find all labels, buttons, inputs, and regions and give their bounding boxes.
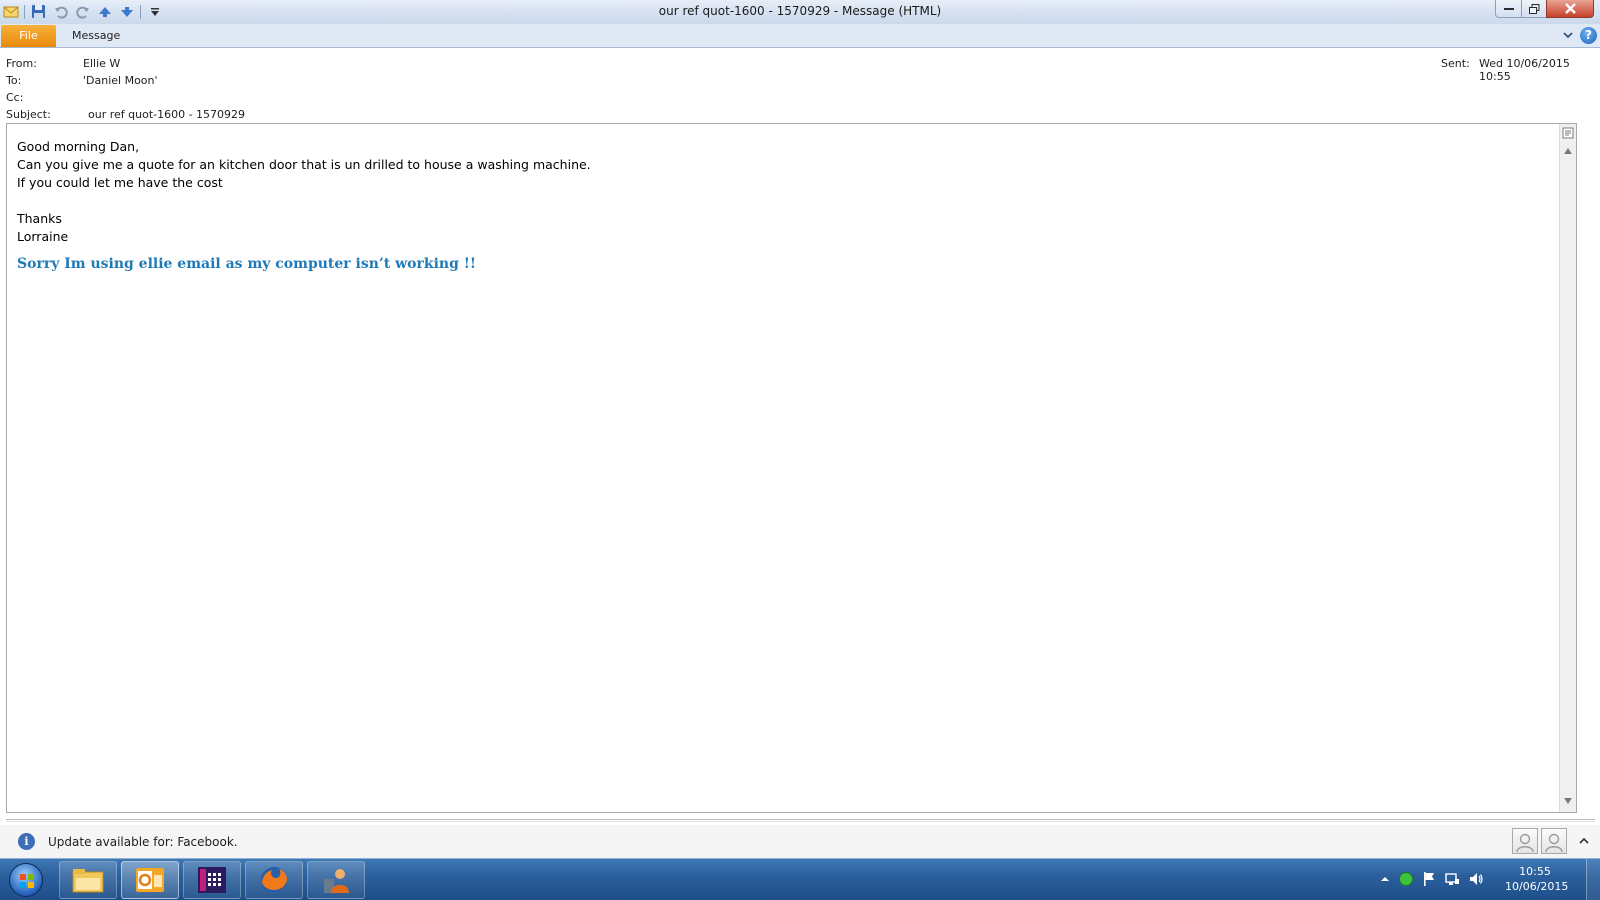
restore-button[interactable] xyxy=(1521,0,1547,18)
folder-icon xyxy=(72,869,104,893)
start-button[interactable] xyxy=(4,861,48,899)
status-online-icon[interactable] xyxy=(1398,871,1414,890)
taskbar-outlook[interactable] xyxy=(121,861,179,899)
clock-time: 10:55 xyxy=(1519,865,1551,878)
body-line: Good morning Dan, xyxy=(17,139,140,154)
apology-note: Sorry Im using ellie email as my compute… xyxy=(17,256,477,272)
taskbar-contacts[interactable] xyxy=(307,861,365,899)
body-line: Lorraine xyxy=(17,229,69,244)
update-notice[interactable]: Update available for: Facebook. xyxy=(48,835,238,849)
volume-icon[interactable] xyxy=(1468,871,1484,890)
cc-label: Cc: xyxy=(6,91,24,104)
taskbar-explorer[interactable] xyxy=(59,861,117,899)
body-blank-line xyxy=(17,192,591,210)
close-icon xyxy=(1564,3,1576,14)
reading-pane-divider[interactable] xyxy=(6,819,1595,822)
outlook-icon xyxy=(136,868,164,892)
sent-label: Sent: xyxy=(1441,57,1470,70)
taskbar-grid-app[interactable] xyxy=(183,861,241,899)
close-button[interactable] xyxy=(1546,0,1594,18)
to-label: To: xyxy=(6,74,22,87)
vertical-scrollbar[interactable] xyxy=(1559,124,1576,812)
clock-date: 10/06/2015 xyxy=(1505,880,1569,893)
action-center-flag-icon[interactable] xyxy=(1422,871,1436,890)
body-line: If you could let me have the cost xyxy=(17,175,223,190)
system-clock[interactable]: 10:55 10/06/2015 xyxy=(1505,864,1569,894)
ribbon-tabs: File Message ? xyxy=(0,24,1600,48)
subject-value: our ref quot-1600 - 1570929 xyxy=(88,108,246,121)
windows-logo-icon xyxy=(9,863,43,897)
contact-photo-icon[interactable] xyxy=(1541,828,1567,854)
info-bar: i Update available for: Facebook. xyxy=(0,825,1600,858)
from-value[interactable]: Ellie W xyxy=(83,57,120,70)
minimize-button[interactable] xyxy=(1495,0,1522,18)
minimize-icon xyxy=(1503,7,1514,10)
taskbar-firefox[interactable] xyxy=(245,861,303,899)
tab-file[interactable]: File xyxy=(1,25,56,47)
scroll-up-icon[interactable] xyxy=(1561,144,1575,158)
network-icon[interactable] xyxy=(1444,871,1460,890)
scroll-down-icon[interactable] xyxy=(1561,794,1575,808)
body-line: Can you give me a quote for an kitchen d… xyxy=(17,157,591,172)
tab-message[interactable]: Message xyxy=(72,29,120,42)
to-value[interactable]: 'Daniel Moon' xyxy=(83,74,158,87)
sent-value: Wed 10/06/2015 10:55 xyxy=(1479,57,1570,83)
zoom-view-icon[interactable] xyxy=(1561,126,1575,140)
message-text: Good morning Dan, Can you give me a quot… xyxy=(17,138,591,273)
body-line: Thanks xyxy=(17,211,62,226)
taskbar: 10:55 10/06/2015 xyxy=(0,858,1600,900)
system-tray xyxy=(1380,859,1484,900)
from-label: From: xyxy=(6,57,37,70)
firefox-icon xyxy=(261,867,287,893)
contacts-icon xyxy=(324,869,349,893)
chevron-up-icon[interactable] xyxy=(1578,835,1590,847)
show-hidden-icons-icon[interactable] xyxy=(1380,874,1390,887)
info-icon: i xyxy=(18,833,35,850)
message-body[interactable]: Good morning Dan, Can you give me a quot… xyxy=(6,123,1577,813)
restore-icon xyxy=(1528,3,1539,14)
grid-app-icon xyxy=(198,867,226,893)
help-icon[interactable]: ? xyxy=(1580,27,1597,44)
expand-ribbon-icon[interactable] xyxy=(1561,28,1575,42)
message-header: From: Ellie W To: 'Daniel Moon' Cc: Subj… xyxy=(0,49,1600,123)
contact-photo-icon[interactable] xyxy=(1512,828,1538,854)
subject-label: Subject: xyxy=(6,108,51,121)
title-bar: our ref quot-1600 - 1570929 - Message (H… xyxy=(0,0,1600,24)
show-desktop-button[interactable] xyxy=(1586,859,1600,900)
window-title: our ref quot-1600 - 1570929 - Message (H… xyxy=(658,4,942,18)
